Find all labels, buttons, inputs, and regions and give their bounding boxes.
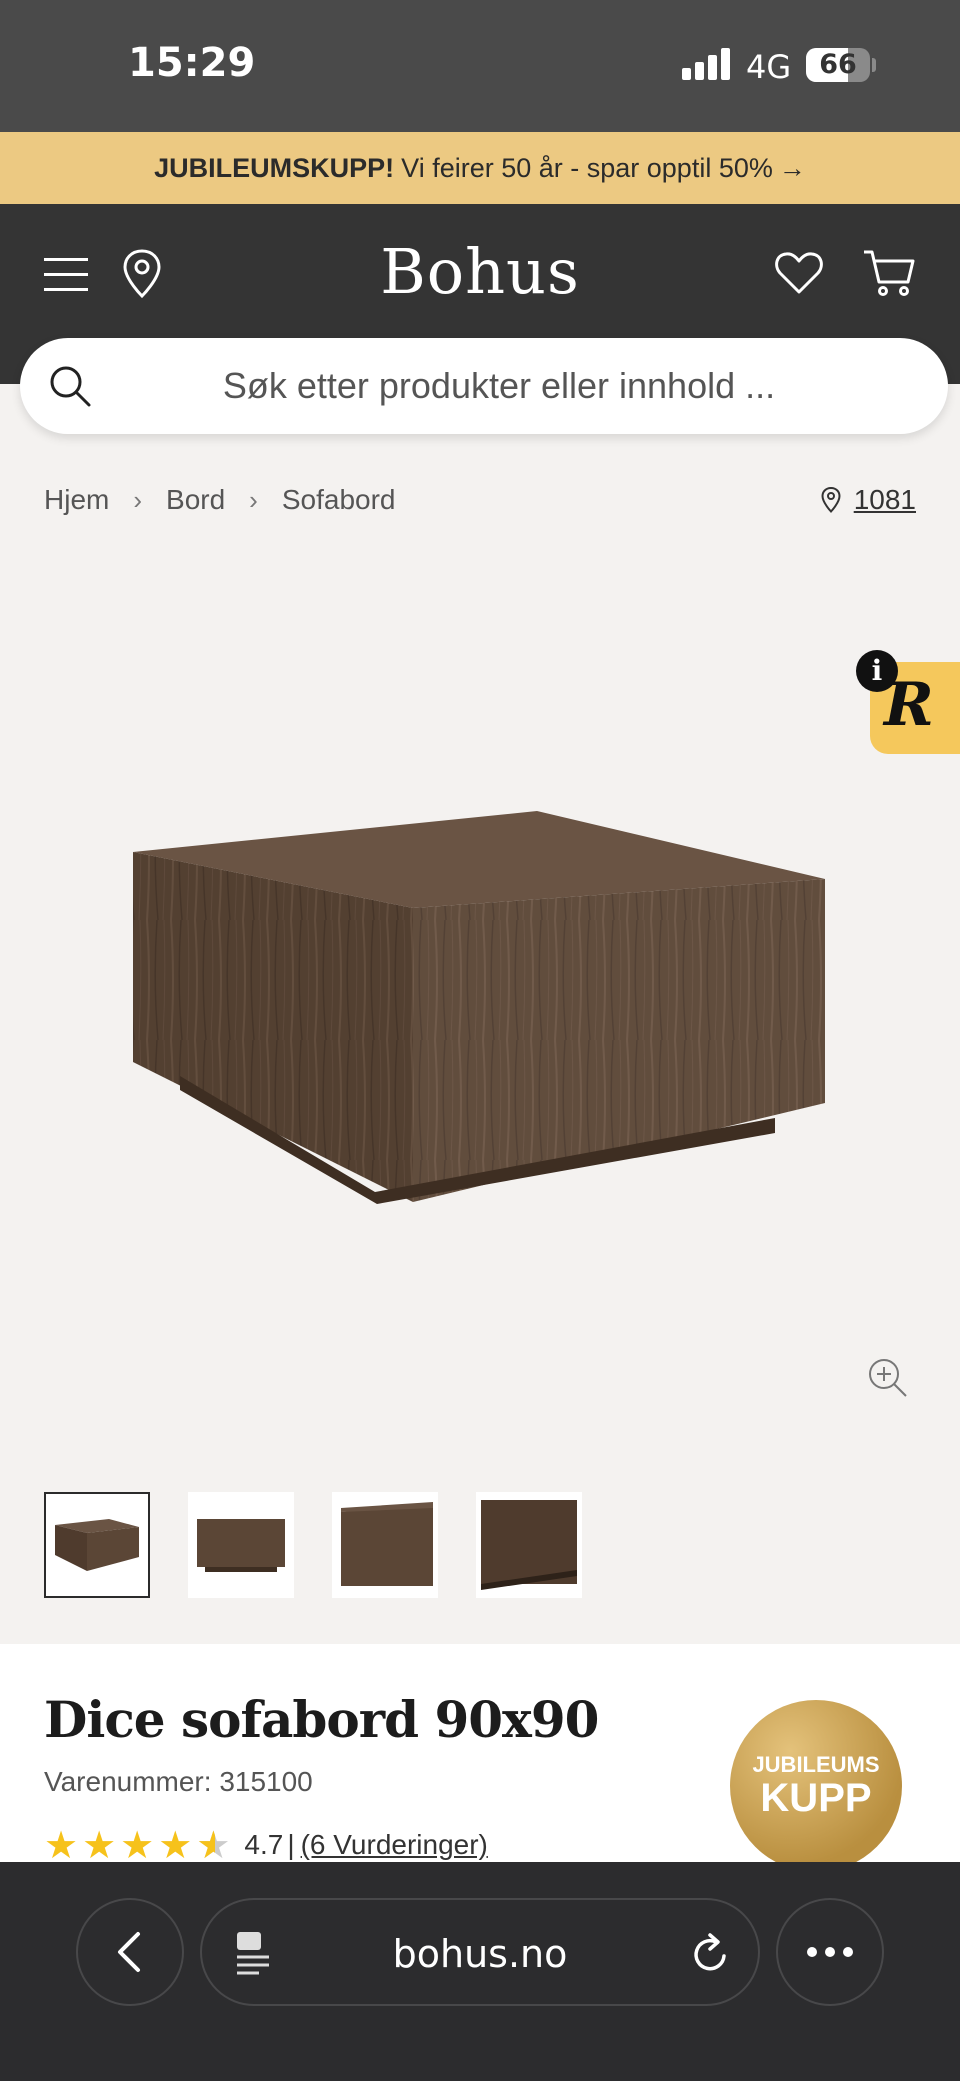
thumbnail-4[interactable] — [476, 1492, 582, 1598]
star-icon: ★ — [158, 1823, 193, 1867]
thumbnail-strip — [44, 1492, 582, 1598]
breadcrumb-bord[interactable]: Bord — [166, 484, 225, 516]
badge-line-1: JUBILEUMS — [752, 1752, 880, 1777]
network-label: 4G — [746, 48, 792, 86]
product-rating: ★ ★ ★ ★ ★ ★ 4.7 | (6 Vurderinger) — [44, 1826, 488, 1864]
signal-icon — [682, 48, 730, 80]
arrow-right-icon: → — [778, 152, 806, 183]
chevron-right-icon: › — [249, 484, 258, 515]
star-half-icon: ★ ★ — [196, 1823, 231, 1867]
rating-value: 4.7 — [244, 1829, 284, 1860]
promo-banner[interactable]: JUBILEUMSKUPP! Vi feirer 50 år - spar op… — [0, 132, 960, 204]
more-dots-icon — [807, 1947, 853, 1957]
info-icon[interactable]: i — [856, 650, 898, 692]
promo-text: Vi feirer 50 år - spar opptil 50% — [401, 152, 773, 183]
store-selector[interactable]: 1081 — [820, 484, 916, 516]
reviews-link[interactable]: (6 Vurderinger) — [301, 1829, 488, 1861]
breadcrumb: Hjem › Bord › Sofabord — [44, 484, 395, 516]
breadcrumb-home[interactable]: Hjem — [44, 484, 109, 516]
zoom-in-icon[interactable] — [866, 1356, 910, 1405]
chevron-left-icon — [118, 1932, 140, 1972]
thumbnail-3[interactable] — [332, 1492, 438, 1598]
location-pin-icon — [821, 486, 841, 513]
bohus-logo[interactable]: Bohus — [330, 235, 630, 308]
star-icon: ★ — [120, 1823, 155, 1867]
battery-icon: 66 — [806, 48, 870, 82]
cart-icon[interactable] — [862, 248, 916, 303]
heart-icon[interactable] — [774, 250, 824, 301]
product-image[interactable] — [120, 800, 840, 1225]
store-number-link[interactable]: 1081 — [854, 484, 916, 516]
badge-line-2: KUPP — [760, 1776, 872, 1820]
jubileums-kupp-badge: JUBILEUMS KUPP — [730, 1700, 902, 1872]
status-time: 15:29 — [128, 40, 256, 86]
store-locator-icon[interactable] — [120, 248, 164, 305]
thumbnail-1[interactable] — [44, 1492, 150, 1598]
star-icon: ★ — [82, 1823, 117, 1867]
thumbnail-2[interactable] — [188, 1492, 294, 1598]
promo-bold: JUBILEUMSKUPP! — [154, 152, 395, 183]
search-input[interactable]: Søk etter produkter eller innhold ... — [20, 365, 948, 407]
menu-icon[interactable] — [44, 258, 88, 292]
reload-icon[interactable] — [690, 1930, 734, 1976]
more-button[interactable] — [776, 1898, 884, 2006]
rating-divider: | — [287, 1829, 295, 1860]
address-bar[interactable]: bohus.no — [200, 1898, 760, 2006]
rating-stars: ★ ★ ★ ★ ★ ★ — [44, 1826, 230, 1864]
battery-level: 66 — [819, 49, 857, 80]
product-sku: Varenummer: 315100 — [44, 1766, 313, 1797]
breadcrumb-sofabord[interactable]: Sofabord — [282, 484, 396, 516]
star-icon: ★ — [44, 1823, 79, 1867]
search-bar[interactable]: Søk etter produkter eller innhold ... — [20, 338, 948, 434]
back-button[interactable] — [76, 1898, 184, 2006]
chevron-right-icon: › — [133, 484, 143, 515]
url-text: bohus.no — [392, 1932, 568, 1976]
battery-cap — [872, 58, 876, 72]
product-title: Dice sofabord 90x90 — [44, 1690, 599, 1749]
